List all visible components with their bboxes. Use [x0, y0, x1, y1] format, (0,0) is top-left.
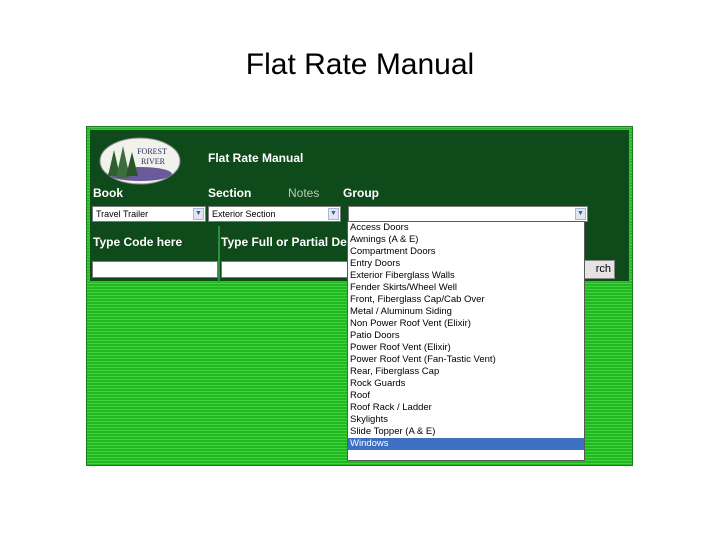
dropdown-option[interactable]: Rock Guards: [348, 378, 584, 390]
slide-title: Flat Rate Manual: [245, 48, 475, 81]
svg-text:FOREST: FOREST: [137, 147, 167, 156]
dropdown-option[interactable]: Awnings (A & E): [348, 234, 584, 246]
chevron-down-icon[interactable]: ▼: [328, 208, 339, 220]
group-select[interactable]: ▼: [348, 206, 588, 222]
dropdown-option[interactable]: Metal / Aluminum Siding: [348, 306, 584, 318]
dropdown-option[interactable]: Roof Rack / Ladder: [348, 402, 584, 414]
column-divider: [218, 226, 220, 282]
group-dropdown-list[interactable]: Access Doors Awnings (A & E) Compartment D…: [347, 221, 585, 461]
app-title: Flat Rate Manual: [208, 151, 304, 165]
dropdown-option[interactable]: Exterior Fiberglass Walls: [348, 270, 584, 282]
section-select[interactable]: Exterior Section ▼: [208, 206, 341, 222]
book-select[interactable]: Travel Trailer ▼: [92, 206, 206, 222]
type-code-input[interactable]: [92, 261, 218, 278]
forest-river-logo: FOREST RIVER: [99, 137, 181, 185]
chevron-down-icon[interactable]: ▼: [575, 208, 586, 220]
dropdown-option[interactable]: Fender Skirts/Wheel Well: [348, 282, 584, 294]
dropdown-option[interactable]: Roof: [348, 390, 584, 402]
book-select-value: Travel Trailer: [96, 209, 149, 219]
type-full-label: Type Full or Partial Des: [221, 235, 354, 249]
dropdown-option[interactable]: Compartment Doors: [348, 246, 584, 258]
type-code-label: Type Code here: [93, 235, 183, 249]
description-input[interactable]: [221, 261, 351, 278]
dropdown-option[interactable]: Front, Fiberglass Cap/Cab Over: [348, 294, 584, 306]
dropdown-option[interactable]: Power Roof Vent (Elixir): [348, 342, 584, 354]
dropdown-option[interactable]: Rear, Fiberglass Cap: [348, 366, 584, 378]
dropdown-option[interactable]: Slide Topper (A & E): [348, 426, 584, 438]
dropdown-option[interactable]: Access Doors: [348, 222, 584, 234]
notes-link[interactable]: Notes: [288, 186, 319, 200]
dropdown-option[interactable]: Windows: [348, 438, 584, 450]
section-select-value: Exterior Section: [212, 209, 276, 219]
dropdown-option[interactable]: Skylights: [348, 414, 584, 426]
dropdown-option[interactable]: Patio Doors: [348, 330, 584, 342]
chevron-down-icon[interactable]: ▼: [193, 208, 204, 220]
dropdown-option[interactable]: Entry Doors: [348, 258, 584, 270]
dropdown-option[interactable]: Power Roof Vent (Fan-Tastic Vent): [348, 354, 584, 366]
book-label: Book: [93, 186, 123, 200]
flat-rate-app: FOREST RIVER Flat Rate Manual Book Secti…: [86, 126, 633, 466]
group-label: Group: [343, 186, 379, 200]
dropdown-option[interactable]: Non Power Roof Vent (Elixir): [348, 318, 584, 330]
section-label: Section: [208, 186, 252, 200]
svg-text:RIVER: RIVER: [141, 157, 166, 166]
